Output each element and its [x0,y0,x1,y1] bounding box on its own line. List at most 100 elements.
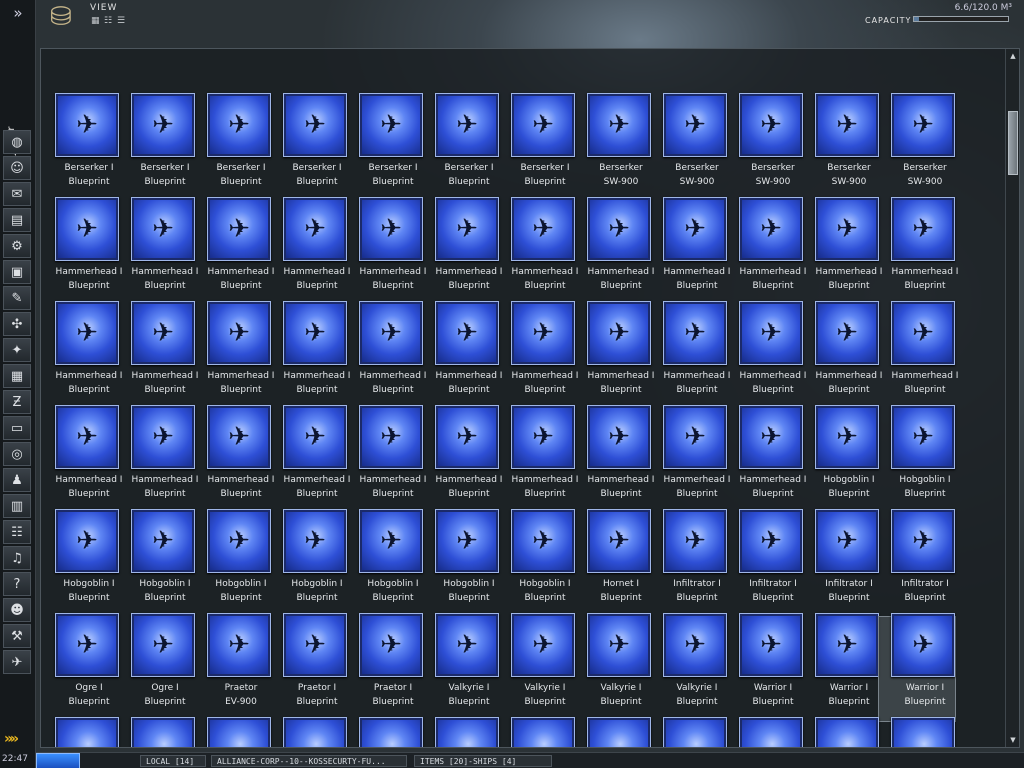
item-cell[interactable]: ✈ Warrior I Blueprint [803,613,879,721]
item-cell[interactable]: ✈ Berserker SW-900 [879,93,955,201]
item-cell[interactable]: ✈ Hammerhead I Blueprint [423,197,502,305]
scrollbar[interactable]: ▲ ▼ [1005,49,1019,747]
blueprint-icon-partial[interactable] [131,717,195,747]
view-list-button[interactable]: ☰ [117,16,125,26]
item-cell[interactable]: ✈ Hammerhead I Blueprint [347,405,426,513]
item-cell[interactable]: ✈ Hobgoblin I Blueprint [195,509,271,617]
item-cell[interactable]: ✈ Valkyrie I Blueprint [575,613,651,721]
blueprint-icon-partial[interactable] [739,717,803,747]
item-cell[interactable]: ✈ Hammerhead I Blueprint [499,197,578,305]
item-cell[interactable]: ✈ Berserker SW-900 [575,93,651,201]
scroll-down-icon[interactable]: ▼ [1007,735,1019,745]
item-cell[interactable]: ✈ Hobgoblin I Blueprint [271,509,347,617]
scroll-up-icon[interactable]: ▲ [1007,51,1019,61]
item-cell[interactable]: ✈ Hammerhead I Blueprint [499,405,578,513]
item-cell[interactable]: ✈ Hammerhead I Blueprint [727,405,806,513]
local-chat-tab[interactable]: LOCAL [14] [140,755,206,767]
item-cell[interactable]: ✈ Hobgoblin I Blueprint [803,405,879,513]
item-cell[interactable]: ✈ Valkyrie I Blueprint [423,613,499,721]
item-cell[interactable]: ✈ Hammerhead I Blueprint [879,197,958,305]
map-icon[interactable]: ✣ [3,312,31,336]
blueprint-icon-partial[interactable] [55,717,119,747]
blueprint-icon-partial[interactable] [815,717,879,747]
item-cell[interactable]: ✈ Hammerhead I Blueprint [575,301,654,409]
item-cell[interactable]: ✈ Berserker I Blueprint [499,93,575,201]
item-cell[interactable]: ✈ Hammerhead I Blueprint [651,405,730,513]
blueprint-icon-partial[interactable] [511,717,575,747]
item-cell[interactable]: ✈ Berserker SW-900 [803,93,879,201]
items-window-tab[interactable]: ITEMS [20]-SHIPS [4] [414,755,552,767]
blueprint-icon-partial[interactable] [663,717,727,747]
item-cell[interactable]: ✈ Hammerhead I Blueprint [195,301,274,409]
item-cell[interactable]: ✈ Hammerhead I Blueprint [879,301,958,409]
people-icon[interactable]: ☺ [3,156,31,180]
item-cell[interactable]: ✈ Hammerhead I Blueprint [195,405,274,513]
item-cell[interactable]: ✈ Warrior I Blueprint [878,613,956,722]
notepad-icon[interactable]: ▤ [3,208,31,232]
blueprint-icon-partial[interactable] [435,717,499,747]
item-cell[interactable]: ✈ Berserker I Blueprint [271,93,347,201]
chat-icon[interactable]: ☷ [3,520,31,544]
start-button[interactable] [36,753,80,768]
item-cell[interactable]: ✈ Ogre I Blueprint [119,613,195,721]
hangar-icon[interactable]: ▣ [3,260,31,284]
item-cell[interactable]: ✈ Hammerhead I Blueprint [347,197,426,305]
help-ring-icon[interactable]: ◎ [3,442,31,466]
item-cell[interactable]: ✈ Hammerhead I Blueprint [803,301,882,409]
item-cell[interactable]: ✈ Berserker I Blueprint [43,93,119,201]
item-cell[interactable]: ✈ Praetor I Blueprint [271,613,347,721]
blueprint-icon-partial[interactable] [207,717,271,747]
item-cell[interactable]: ✈ Praetor I Blueprint [347,613,423,721]
tools-icon[interactable]: ⚒ [3,624,31,648]
journal-icon[interactable]: ✎ [3,286,31,310]
item-cell[interactable]: ✈ Hammerhead I Blueprint [119,405,198,513]
item-cell[interactable]: ✈ Hammerhead I Blueprint [423,301,502,409]
item-cell[interactable]: ✈ Berserker I Blueprint [195,93,271,201]
market-icon[interactable]: ▥ [3,494,31,518]
blueprint-icon-partial[interactable] [359,717,423,747]
blueprint-icon-partial[interactable] [891,717,955,747]
cargo-icon[interactable]: ▦ [3,364,31,388]
sidebar-toggle-button[interactable]: » [0,0,36,28]
item-cell[interactable]: ✈ Berserker SW-900 [651,93,727,201]
character-sheet-icon[interactable]: ◍ [3,130,31,154]
item-cell[interactable]: ✈ Hobgoblin I Blueprint [879,405,955,513]
item-cell[interactable]: ✈ Hobgoblin I Blueprint [423,509,499,617]
item-cell[interactable]: ✈ Berserker I Blueprint [423,93,499,201]
item-cell[interactable]: ✈ Hammerhead I Blueprint [347,301,426,409]
assets-icon[interactable]: ⚙ [3,234,31,258]
question-icon[interactable]: ? [3,572,31,596]
item-cell[interactable]: ✈ Hammerhead I Blueprint [271,301,350,409]
item-cell[interactable]: ✈ Hammerhead I Blueprint [119,197,198,305]
item-cell[interactable]: ✈ Infiltrator I Blueprint [803,509,879,617]
view-icons-button[interactable]: ▦ [91,16,100,26]
wallet-icon[interactable]: ▭ [3,416,31,440]
item-cell[interactable]: ✈ Valkyrie I Blueprint [651,613,727,721]
item-cell[interactable]: ✈ Hammerhead I Blueprint [651,301,730,409]
headset-icon[interactable]: ♫ [3,546,31,570]
view-details-button[interactable]: ☷ [104,16,112,26]
item-cell[interactable]: ✈ Infiltrator I Blueprint [727,509,803,617]
alliance-chat-tab[interactable]: ALLIANCE-CORP--10--KOSSECURTY-FU... [211,755,407,767]
item-cell[interactable]: ✈ Hornet I Blueprint [575,509,651,617]
item-cell[interactable]: ✈ Warrior I Blueprint [727,613,803,721]
item-cell[interactable]: ✈ Hammerhead I Blueprint [575,197,654,305]
item-cell[interactable]: ✈ Hammerhead I Blueprint [43,301,122,409]
item-cell[interactable]: ✈ Hammerhead I Blueprint [119,301,198,409]
item-cell[interactable]: ✈ Hammerhead I Blueprint [803,197,882,305]
item-cell[interactable]: ✈ Berserker I Blueprint [347,93,423,201]
item-cell[interactable]: ✈ Ogre I Blueprint [43,613,119,721]
item-cell[interactable]: ✈ Hammerhead I Blueprint [43,197,122,305]
sidebar-expander-chevron-icon[interactable]: »» [4,732,32,747]
item-cell[interactable]: ✈ Hammerhead I Blueprint [43,405,122,513]
item-cell[interactable]: ✈ Hammerhead I Blueprint [271,405,350,513]
blueprint-icon-partial[interactable] [587,717,651,747]
item-cell[interactable]: ✈ Hobgoblin I Blueprint [499,509,575,617]
item-cell[interactable]: ✈ Hammerhead I Blueprint [499,301,578,409]
item-cell[interactable]: ✈ Hammerhead I Blueprint [651,197,730,305]
item-cell[interactable]: ✈ Hobgoblin I Blueprint [119,509,195,617]
item-cell[interactable]: ✈ Hammerhead I Blueprint [727,301,806,409]
item-cell[interactable]: ✈ Hammerhead I Blueprint [271,197,350,305]
fleet-icon[interactable]: ♟ [3,468,31,492]
item-cell[interactable]: ✈ Berserker SW-900 [727,93,803,201]
